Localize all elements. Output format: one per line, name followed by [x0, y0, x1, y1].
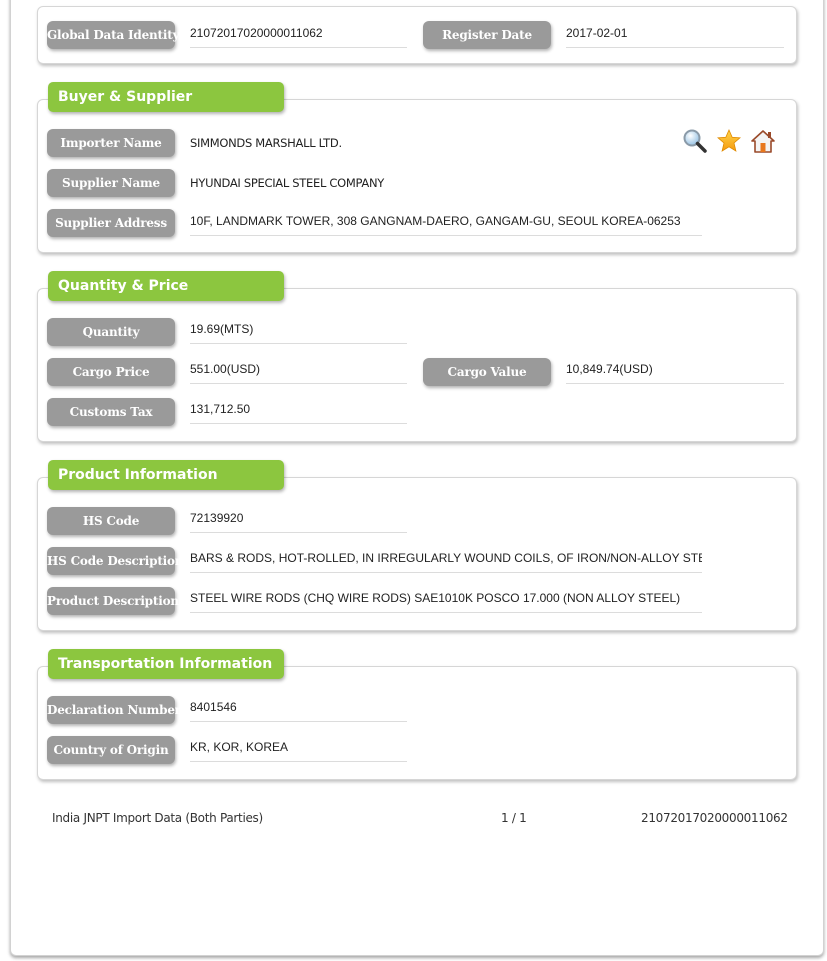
cargo-value-label: Cargo Value	[423, 358, 551, 386]
supplier-name-value[interactable]: HYUNDAI SPECIAL STEEL COMPANY	[190, 173, 407, 197]
section-title-buyer-supplier: Buyer & Supplier Information	[48, 82, 284, 135]
home-icon[interactable]	[750, 128, 776, 154]
section-title-transportation: Transportation Information	[48, 649, 284, 679]
footer-record-id: 21072017020000011062	[641, 811, 788, 825]
hs-code-label: HS Code	[47, 507, 175, 535]
cargo-price-value: 551.00(USD)	[190, 359, 407, 384]
customs-tax-value: 131,712.50	[190, 399, 407, 424]
product-description-value: STEEL WIRE RODS (CHQ WIRE RODS) SAE1010K…	[190, 588, 702, 613]
product-description-label: Product Description	[47, 587, 179, 615]
quantity-value: 19.69(MTS)	[190, 319, 407, 344]
importer-name-label: Importer Name	[47, 129, 175, 157]
identity-card: Global Data Identity 2107201702000001106…	[37, 6, 797, 64]
customs-tax-label: Customs Tax	[47, 398, 175, 426]
declaration-number-value: 8401546	[190, 697, 407, 722]
hs-code-description-label: HS Code Description	[47, 547, 184, 575]
section-title-quantity-price: Quantity & Price Information	[48, 271, 284, 324]
footer-page-indicator: 1 / 1	[501, 811, 527, 825]
country-of-origin-label: Country of Origin	[47, 736, 175, 764]
importer-name-value[interactable]: SIMMONDS MARSHALL LTD.	[190, 133, 407, 157]
global-data-identity-label: Global Data Identity	[47, 21, 180, 49]
action-icons	[682, 128, 776, 154]
footer-source: India JNPT Import Data (Both Parties)	[52, 811, 263, 825]
hs-code-description-value: BARS & RODS, HOT-ROLLED, IN IRREGULARLY …	[190, 548, 702, 573]
buyer-supplier-section: Buyer & Supplier Information Importer Na…	[37, 82, 797, 253]
cargo-value-value: 10,849.74(USD)	[566, 359, 784, 384]
star-icon[interactable]	[716, 128, 742, 154]
supplier-name-label: Supplier Name	[47, 169, 175, 197]
supplier-address-label: Supplier Address	[47, 209, 175, 237]
product-section: Product Information HS Code 72139920 HS …	[37, 460, 797, 631]
register-date-value: 2017-02-01	[566, 23, 784, 48]
hs-code-value: 72139920	[190, 508, 407, 533]
quantity-label: Quantity	[47, 318, 175, 346]
country-of-origin-value: KR, KOR, KOREA	[190, 737, 407, 762]
search-icon[interactable]	[682, 128, 708, 154]
quantity-price-section: Quantity & Price Information Quantity 19…	[37, 271, 797, 442]
global-data-identity-value: 21072017020000011062	[190, 23, 407, 48]
transportation-section: Transportation Information Declaration N…	[37, 649, 797, 780]
declaration-number-label: Declaration Number	[47, 696, 181, 724]
register-date-label: Register Date	[423, 21, 551, 49]
section-title-product: Product Information	[48, 460, 284, 490]
supplier-address-value: 10F, LANDMARK TOWER, 308 GANGNAM-DAERO, …	[190, 211, 702, 236]
cargo-price-label: Cargo Price	[47, 358, 175, 386]
